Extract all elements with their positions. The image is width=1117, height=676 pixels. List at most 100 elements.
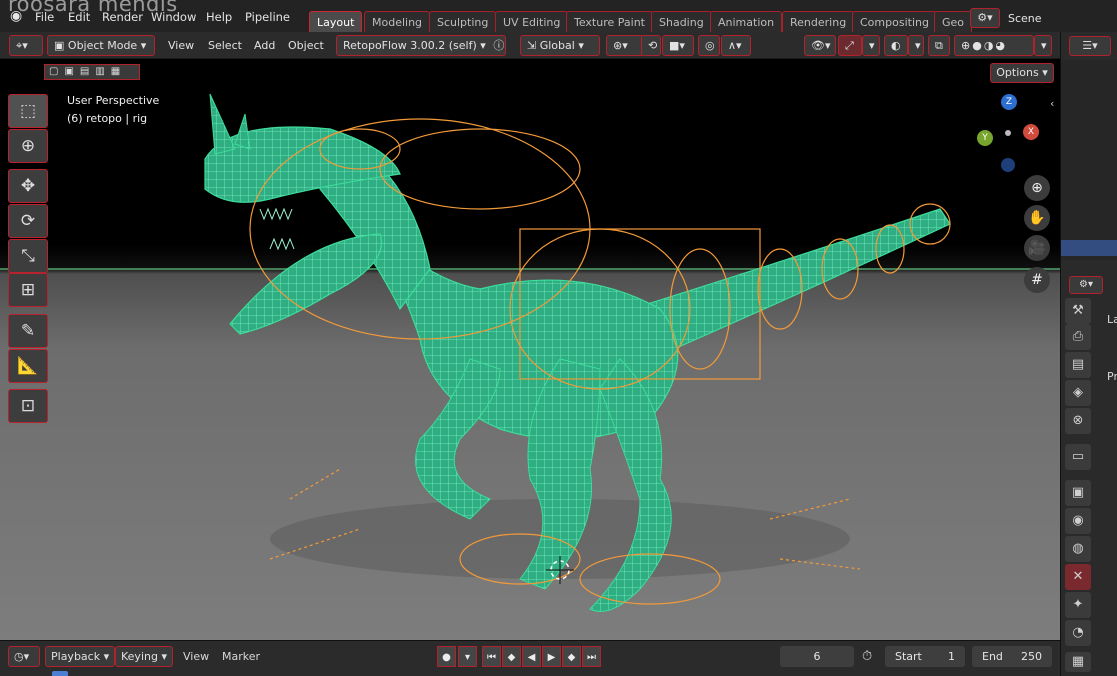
menu-file[interactable]: File [35, 10, 54, 24]
snap-toggle[interactable]: ⟲ [641, 35, 661, 56]
mode-dropdown[interactable]: ▣ Object Mode ▾ [47, 35, 155, 56]
options-dropdown[interactable]: Options ▾ [990, 63, 1054, 83]
properties-editor-button[interactable]: ⚙▾ [1069, 276, 1103, 294]
modifier-tab[interactable]: ◉ [1065, 508, 1091, 534]
scene-name[interactable]: Scene [1008, 12, 1042, 25]
timeline-editor-button[interactable]: ◷▾ [8, 646, 40, 667]
gizmo-y-axis[interactable]: Y [977, 130, 993, 146]
visibility-dropdown[interactable]: 👁▾ [804, 35, 836, 56]
record-options-button[interactable]: ▾ [458, 646, 477, 667]
transform-tool[interactable]: ⊞ [8, 273, 48, 307]
menu-edit[interactable]: Edit [68, 10, 90, 24]
tab-shading[interactable]: Shading [651, 11, 712, 32]
navigation-gizmo[interactable]: Z X Y [975, 94, 1045, 174]
retopoflow-dropdown[interactable]: RetopoFlow 3.00.2 (self) ▾ ⓘ [336, 35, 506, 56]
gizmo-z-axis[interactable]: Z [1001, 94, 1017, 110]
rotate-tool[interactable]: ⟳ [8, 204, 48, 238]
overlays-dropdown[interactable]: ▾ [908, 35, 924, 56]
help-icon[interactable]: ⓘ [493, 39, 504, 52]
grid-view-button[interactable]: # [1024, 267, 1050, 293]
start-frame-field[interactable]: Start 1 [885, 646, 965, 667]
record-button[interactable]: ● [437, 646, 456, 667]
constraint-tab[interactable]: ✕ [1065, 564, 1091, 590]
current-frame-value: 6 [813, 650, 821, 663]
playback-dropdown[interactable]: Playback ▾ [45, 646, 116, 667]
cursor-tool[interactable]: ⊕ [8, 129, 48, 163]
camera-button[interactable]: 🎥 [1024, 235, 1050, 261]
prev-keyframe-button[interactable]: ◆ [502, 646, 521, 667]
tab-compositing[interactable]: Compositing [852, 11, 937, 32]
physics-tab[interactable]: ◔ [1065, 620, 1091, 646]
viewport-header: ⌖▾ ▣ Object Mode ▾ View Select Add Objec… [0, 32, 1060, 59]
tool-tab[interactable]: ⚒ [1065, 298, 1091, 324]
current-frame-field[interactable]: 6 [780, 646, 854, 667]
gizmo-dropdown[interactable]: ▾ [862, 35, 880, 56]
menu-help[interactable]: Help [206, 10, 232, 24]
pivot-dropdown[interactable]: ⊛▾ [606, 35, 644, 56]
tab-geometry-nodes[interactable]: Geo [934, 11, 973, 32]
orientation-dropdown[interactable]: ⇲ Global ▾ [520, 35, 600, 56]
tab-modeling[interactable]: Modeling [364, 11, 431, 32]
add-cube-tool[interactable]: ⊡ [8, 389, 48, 423]
tab-sculpting[interactable]: Sculpting [429, 11, 497, 32]
pan-button[interactable]: ✋ [1024, 205, 1050, 231]
stopwatch-icon[interactable]: ⏱ [862, 649, 872, 664]
shading-modes[interactable]: ⊕●◑◕ [954, 35, 1034, 56]
view-layer-tab[interactable]: ◈ [1065, 380, 1091, 406]
select-box-tool[interactable]: ⬚ [8, 94, 48, 128]
render-tab[interactable]: ⎙ [1065, 324, 1091, 350]
jump-end-button[interactable]: ⏭ [582, 646, 601, 667]
sidebar-toggle-icon[interactable]: ‹ [1050, 97, 1054, 110]
xray-toggle[interactable]: ⧉ [928, 35, 950, 56]
falloff-dropdown[interactable]: ∧▾ [721, 35, 751, 56]
material-tab[interactable]: ▦ [1065, 652, 1091, 672]
scene-tab[interactable]: ⊗ [1065, 408, 1091, 434]
play-reverse-button[interactable]: ◀ [522, 646, 541, 667]
scene-selector-button[interactable]: ⚙▾ [970, 8, 1000, 28]
header-menu-add[interactable]: Add [254, 39, 275, 52]
header-menu-object[interactable]: Object [288, 39, 324, 52]
data-tab[interactable]: ✦ [1065, 592, 1091, 618]
timeline-menu-marker[interactable]: Marker [222, 650, 260, 663]
proportional-edit-toggle[interactable]: ◎ [698, 35, 720, 56]
keying-dropdown[interactable]: Keying ▾ [115, 646, 173, 667]
tab-animation[interactable]: Animation [710, 11, 783, 32]
zoom-button[interactable]: ⊕ [1024, 175, 1050, 201]
gizmo-toggle[interactable]: ⤢ [838, 35, 862, 56]
menu-window[interactable]: Window [151, 10, 196, 24]
measure-tool[interactable]: 📐 [8, 349, 48, 383]
tab-layout[interactable]: Layout [309, 11, 363, 32]
menu-render[interactable]: Render [102, 10, 143, 24]
play-button[interactable]: ▶ [542, 646, 561, 667]
timeline-menu-view[interactable]: View [183, 650, 209, 663]
move-tool[interactable]: ✥ [8, 169, 48, 203]
blender-logo-icon[interactable]: ◉ [10, 8, 22, 24]
outliner-selected-row[interactable] [1061, 240, 1117, 256]
tab-rendering[interactable]: Rendering [782, 11, 855, 32]
scale-tool[interactable]: ⤡ [8, 239, 48, 273]
outliner-toggle-button[interactable]: ☰▾ [1069, 36, 1111, 56]
outliner-area[interactable] [1061, 60, 1117, 260]
object-tab[interactable]: ▣ [1065, 480, 1091, 506]
playhead-marker[interactable] [52, 671, 68, 676]
3d-viewport[interactable]: ▢▣▤▥▦ User Perspective (6) retopo | rig … [0, 59, 1060, 640]
output-tab[interactable]: ▤ [1065, 352, 1091, 378]
jump-start-button[interactable]: ⏮ [482, 646, 501, 667]
gizmo-x-axis[interactable]: X [1023, 124, 1039, 140]
menu-pipeline[interactable]: Pipeline [245, 10, 290, 24]
gizmo-neg-z[interactable] [1001, 158, 1015, 172]
shading-dropdown[interactable]: ▾ [1034, 35, 1052, 56]
tab-uv-editing[interactable]: UV Editing [495, 11, 569, 32]
raptor-model[interactable] [0, 59, 1060, 640]
collection-tab[interactable]: ▭ [1065, 444, 1091, 470]
end-frame-field[interactable]: End 250 [972, 646, 1052, 667]
header-menu-view[interactable]: View [168, 39, 194, 52]
particles-tab[interactable]: ◍ [1065, 536, 1091, 562]
annotate-tool[interactable]: ✎ [8, 314, 48, 348]
overlays-toggle[interactable]: ◐ [884, 35, 908, 56]
next-keyframe-button[interactable]: ◆ [562, 646, 581, 667]
tab-texture-paint[interactable]: Texture Paint [566, 11, 653, 32]
snap-type-dropdown[interactable]: ■▾ [662, 35, 694, 56]
header-menu-select[interactable]: Select [208, 39, 242, 52]
editor-type-button[interactable]: ⌖▾ [9, 35, 43, 56]
